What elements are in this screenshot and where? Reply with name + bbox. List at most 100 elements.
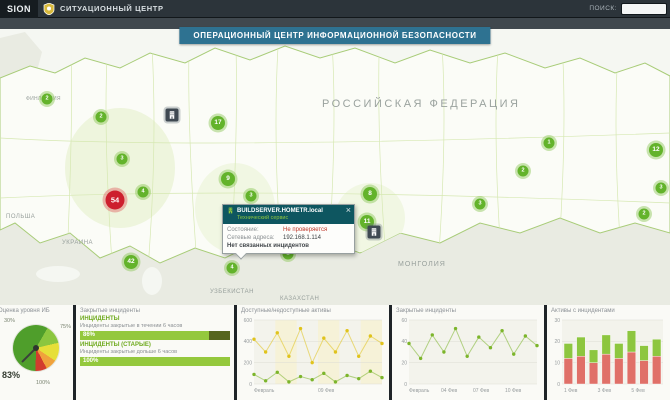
popup-state-label: Состояние:	[227, 227, 283, 233]
svg-text:0: 0	[249, 382, 252, 388]
asset-popup: BUILDSERVER.HOMETR.local Технический сер…	[222, 204, 355, 254]
panel-closed-incidents-chart: Закрытые инциденты 0204060Февраль04 Фев0…	[392, 305, 544, 400]
metric-desc: Инциденты закрытые в течении 6 часов	[80, 323, 230, 329]
top-navbar: SION СИТУАЦИОННЫЙ ЦЕНТР ПОИСК:	[0, 0, 670, 18]
incidents-metric: ИНЦИДЕНТЫ Инциденты закрытые в течении 6…	[80, 316, 230, 340]
svg-text:60: 60	[401, 318, 407, 324]
map-container[interactable]: РОССИЙСКАЯ ФЕДЕРАЦИЯ МОНГОЛИЯ УКРАИНА ПОЛЬШ…	[0, 18, 670, 305]
svg-text:200: 200	[244, 360, 253, 366]
svg-text:5 Фев: 5 Фев	[631, 388, 645, 394]
search-label: ПОИСК:	[589, 5, 617, 12]
panel-assets-availability: Доступные/недоступные активы 0 200 400 600 Ф…	[237, 305, 389, 400]
metric-name: ИНЦИДЕНТЫ	[80, 316, 230, 322]
map-incident-marker[interactable]: 8	[363, 187, 377, 201]
map-incident-marker[interactable]: 9	[221, 172, 235, 186]
map-country-label: УЗБЕКИСТАН	[210, 289, 254, 295]
panel-security-gauge: Оценка уровня ИБ 30% 75% 100% 83%	[0, 305, 73, 400]
gauge-value: 83%	[2, 370, 20, 380]
search-input[interactable]	[621, 3, 667, 15]
map-incident-marker[interactable]: 4	[138, 187, 149, 198]
map-incident-marker[interactable]: 12	[649, 143, 663, 157]
building-icon	[227, 207, 234, 214]
popup-subtitle: Технический сервис	[237, 215, 350, 221]
dashboard-panels: Оценка уровня ИБ 30% 75% 100% 83% Закрыт…	[0, 305, 670, 400]
coat-of-arms-icon	[43, 3, 55, 15]
panel-assets-with-incidents: Активы с инцидентами 0 10 20 30 1 Фев 3 Фев 5 …	[547, 305, 670, 400]
map-incident-marker[interactable]: 2	[42, 94, 53, 105]
map-incident-marker[interactable]: 17	[211, 116, 225, 130]
map-incident-marker[interactable]: 54	[106, 191, 125, 210]
map-incident-marker[interactable]: 3	[246, 191, 257, 202]
progress-bar: 100%	[80, 357, 230, 366]
svg-text:09 Фев: 09 Фев	[318, 388, 335, 394]
svg-text:Февраль: Февраль	[409, 388, 430, 394]
gauge-center	[33, 345, 39, 351]
gauge-tick: 100%	[36, 380, 50, 386]
metric-name: ИНЦИДЕНТЫ (СТАРЫЕ)	[80, 342, 230, 348]
svg-text:20: 20	[401, 360, 407, 366]
security-level-gauge: 30% 75% 100% 83%	[4, 316, 73, 392]
progress-bar: 86%	[80, 331, 230, 340]
panel-closed-incidents-bars: Закрытые инциденты ИНЦИДЕНТЫ Инциденты з…	[76, 305, 234, 400]
map-country-label: РОССИЙСКАЯ ФЕДЕРАЦИЯ	[322, 98, 520, 110]
map-incident-marker[interactable]: 3	[656, 183, 667, 194]
svg-text:30: 30	[554, 318, 560, 324]
popup-body: Состояние: Не проверяется Сетевые адреса…	[223, 224, 354, 253]
map-incident-marker[interactable]: 2	[96, 112, 107, 123]
popup-state-value: Не проверяется	[283, 227, 350, 233]
map-country-label: УКРАИНА	[62, 240, 93, 246]
svg-text:10 Фев: 10 Фев	[505, 388, 522, 394]
popup-title-text: BUILDSERVER.HOMETR.local	[237, 208, 323, 214]
map-incident-marker[interactable]: 2	[639, 209, 650, 220]
svg-text:40: 40	[401, 339, 407, 345]
closed-incidents-chart: 0 20 40 60 Февраль 04 Фев 07 Фев 10 Фев	[395, 317, 540, 399]
panel-title: Активы с инцидентами	[551, 308, 666, 314]
svg-text:04 Фев: 04 Фев	[441, 388, 458, 394]
brand-logo[interactable]: SION	[0, 0, 38, 18]
building-icon	[370, 228, 379, 237]
map-building-marker[interactable]	[166, 109, 179, 122]
progress-fill	[80, 331, 209, 340]
svg-text:1 Фев: 1 Фев	[564, 388, 578, 394]
svg-text:07 Фев: 07 Фев	[473, 388, 490, 394]
assets-incidents-chart: 0 10 20 30 1 Фев 3 Фев 5 Фев	[550, 317, 666, 399]
map-incident-marker[interactable]: 1	[544, 138, 555, 149]
map-country-label: ПОЛЬША	[6, 214, 35, 220]
svg-text:400: 400	[244, 339, 253, 345]
progress-value: 86%	[83, 331, 95, 340]
svg-text:0: 0	[404, 382, 407, 388]
map-incident-marker[interactable]: 4	[227, 263, 238, 274]
app-title: СИТУАЦИОННЫЙ ЦЕНТР	[60, 4, 164, 13]
gauge-tick: 75%	[60, 324, 71, 330]
map-incident-marker[interactable]: 2	[518, 166, 529, 177]
svg-text:0: 0	[557, 382, 560, 388]
progress-value: 100%	[83, 357, 98, 366]
panel-title: Закрытые инциденты	[80, 308, 230, 314]
popup-header: BUILDSERVER.HOMETR.local Технический сер…	[223, 205, 354, 224]
map-building-marker[interactable]	[368, 226, 381, 239]
map-incident-marker[interactable]: 3	[117, 154, 128, 165]
panel-title: Оценка уровня ИБ	[0, 308, 69, 314]
gauge-tick: 30%	[4, 318, 15, 324]
progress-fill	[80, 357, 230, 366]
popup-footer: Нет связанных инцидентов	[227, 243, 350, 249]
close-icon[interactable]: ×	[346, 205, 351, 215]
svg-text:20: 20	[554, 339, 560, 345]
svg-text:600: 600	[244, 318, 253, 324]
map-incident-marker[interactable]: 42	[124, 255, 138, 269]
map-incident-marker[interactable]: 3	[475, 199, 486, 210]
building-icon	[168, 111, 177, 120]
svg-text:10: 10	[554, 360, 560, 366]
svg-text:Февраль: Февраль	[254, 388, 275, 394]
map-country-label: КАЗАХСТАН	[280, 296, 319, 302]
metric-desc: Инциденты закрытые дольше 6 часов	[80, 349, 230, 355]
ops-center-banner: ОПЕРАЦИОННЫЙ ЦЕНТР ИНФОРМАЦИОННОЙ БЕЗОПА…	[179, 27, 490, 44]
assets-availability-chart: 0 200 400 600 Февраль 09 Фев	[240, 317, 385, 399]
panel-title: Закрытые инциденты	[396, 308, 540, 314]
map-country-label: МОНГОЛИЯ	[398, 261, 446, 268]
popup-title: BUILDSERVER.HOMETR.local	[227, 207, 350, 214]
panel-title: Доступные/недоступные активы	[241, 308, 385, 314]
popup-net-value: 192.168.1.114	[283, 235, 350, 241]
search-area: ПОИСК:	[589, 3, 670, 15]
svg-text:3 Фев: 3 Фев	[598, 388, 612, 394]
